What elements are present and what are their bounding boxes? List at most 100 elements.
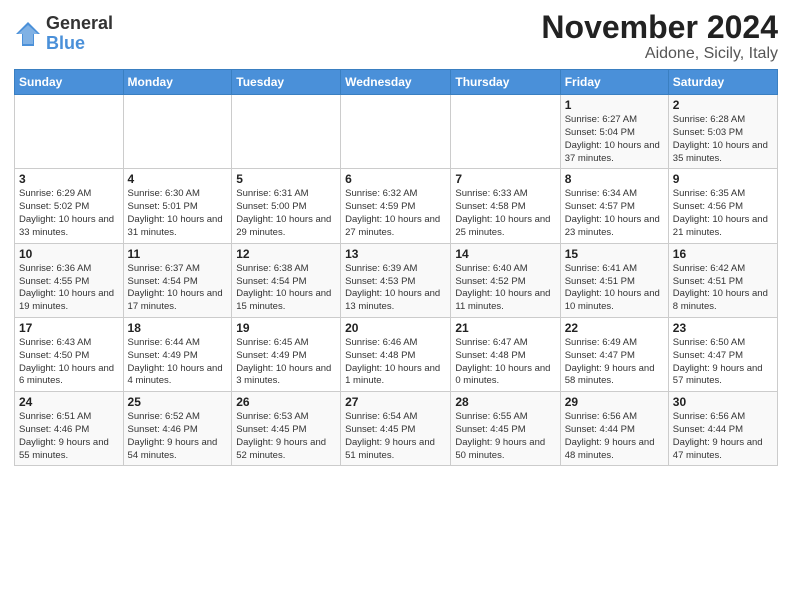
day-info: Sunrise: 6:32 AM Sunset: 4:59 PM Dayligh… (345, 188, 446, 239)
calendar-cell: 13 Sunrise: 6:39 AM Sunset: 4:53 PM Dayli… (341, 243, 451, 317)
day-number: 4 (128, 172, 228, 186)
day-info: Sunrise: 6:35 AM Sunset: 4:56 PM Dayligh… (673, 188, 773, 239)
calendar-week-2: 3 Sunrise: 6:29 AM Sunset: 5:02 PM Daylig… (15, 169, 778, 243)
day-number: 13 (345, 247, 446, 261)
day-number: 23 (673, 321, 773, 335)
day-info: Sunrise: 6:40 AM Sunset: 4:52 PM Dayligh… (455, 263, 555, 314)
day-info: Sunrise: 6:30 AM Sunset: 5:01 PM Dayligh… (128, 188, 228, 239)
day-number: 16 (673, 247, 773, 261)
calendar-cell: 21 Sunrise: 6:47 AM Sunset: 4:48 PM Dayli… (451, 317, 560, 391)
calendar-cell: 26 Sunrise: 6:53 AM Sunset: 4:45 PM Dayli… (232, 392, 341, 466)
calendar-cell: 3 Sunrise: 6:29 AM Sunset: 5:02 PM Daylig… (15, 169, 124, 243)
calendar-cell: 17 Sunrise: 6:43 AM Sunset: 4:50 PM Dayli… (15, 317, 124, 391)
day-info: Sunrise: 6:42 AM Sunset: 4:51 PM Dayligh… (673, 263, 773, 314)
calendar-cell (451, 95, 560, 169)
day-info: Sunrise: 6:33 AM Sunset: 4:58 PM Dayligh… (455, 188, 555, 239)
page: General Blue November 2024 Aidone, Sicil… (0, 0, 792, 476)
day-info: Sunrise: 6:29 AM Sunset: 5:02 PM Dayligh… (19, 188, 119, 239)
calendar-cell (232, 95, 341, 169)
calendar-cell: 2 Sunrise: 6:28 AM Sunset: 5:03 PM Daylig… (668, 95, 777, 169)
day-number: 2 (673, 98, 773, 112)
calendar-cell (123, 95, 232, 169)
day-number: 28 (455, 395, 555, 409)
day-info: Sunrise: 6:34 AM Sunset: 4:57 PM Dayligh… (565, 188, 664, 239)
calendar-cell: 12 Sunrise: 6:38 AM Sunset: 4:54 PM Dayli… (232, 243, 341, 317)
calendar-cell: 25Sunrise: 6:52 AM Sunset: 4:46 PM Dayli… (123, 392, 232, 466)
calendar-cell: 22Sunrise: 6:49 AM Sunset: 4:47 PM Dayli… (560, 317, 668, 391)
calendar-cell: 9Sunrise: 6:35 AM Sunset: 4:56 PM Daylig… (668, 169, 777, 243)
day-number: 17 (19, 321, 119, 335)
calendar-cell: 5 Sunrise: 6:31 AM Sunset: 5:00 PM Daylig… (232, 169, 341, 243)
calendar-table: SundayMondayTuesdayWednesdayThursdayFrid… (14, 69, 778, 466)
day-info: Sunrise: 6:56 AM Sunset: 4:44 PM Dayligh… (673, 411, 773, 462)
day-info: Sunrise: 6:46 AM Sunset: 4:48 PM Dayligh… (345, 337, 446, 388)
day-number: 3 (19, 172, 119, 186)
logo-blue-text: Blue (46, 34, 113, 54)
calendar-week-3: 10Sunrise: 6:36 AM Sunset: 4:55 PM Dayli… (15, 243, 778, 317)
day-info: Sunrise: 6:53 AM Sunset: 4:45 PM Dayligh… (236, 411, 336, 462)
calendar-cell: 16 Sunrise: 6:42 AM Sunset: 4:51 PM Dayli… (668, 243, 777, 317)
title-block: November 2024 Aidone, Sicily, Italy (541, 10, 778, 63)
header: General Blue November 2024 Aidone, Sicil… (14, 10, 778, 63)
day-info: Sunrise: 6:47 AM Sunset: 4:48 PM Dayligh… (455, 337, 555, 388)
calendar-week-5: 24Sunrise: 6:51 AM Sunset: 4:46 PM Dayli… (15, 392, 778, 466)
day-number: 24 (19, 395, 119, 409)
day-info: Sunrise: 6:52 AM Sunset: 4:46 PM Dayligh… (128, 411, 228, 462)
calendar-cell: 20 Sunrise: 6:46 AM Sunset: 4:48 PM Dayli… (341, 317, 451, 391)
calendar-cell: 30 Sunrise: 6:56 AM Sunset: 4:44 PM Dayli… (668, 392, 777, 466)
day-info: Sunrise: 6:41 AM Sunset: 4:51 PM Dayligh… (565, 263, 664, 314)
calendar-cell (15, 95, 124, 169)
day-info: Sunrise: 6:45 AM Sunset: 4:49 PM Dayligh… (236, 337, 336, 388)
calendar-cell: 19 Sunrise: 6:45 AM Sunset: 4:49 PM Dayli… (232, 317, 341, 391)
calendar-cell: 8Sunrise: 6:34 AM Sunset: 4:57 PM Daylig… (560, 169, 668, 243)
days-header-row: SundayMondayTuesdayWednesdayThursdayFrid… (15, 70, 778, 95)
calendar-cell: 23 Sunrise: 6:50 AM Sunset: 4:47 PM Dayli… (668, 317, 777, 391)
day-header-tuesday: Tuesday (232, 70, 341, 95)
day-header-monday: Monday (123, 70, 232, 95)
calendar-body: 1 Sunrise: 6:27 AM Sunset: 5:04 PM Daylig… (15, 95, 778, 466)
day-number: 22 (565, 321, 664, 335)
logo-general-text: General (46, 14, 113, 34)
day-info: Sunrise: 6:43 AM Sunset: 4:50 PM Dayligh… (19, 337, 119, 388)
day-info: Sunrise: 6:27 AM Sunset: 5:04 PM Dayligh… (565, 114, 664, 165)
day-number: 19 (236, 321, 336, 335)
calendar-cell: 10Sunrise: 6:36 AM Sunset: 4:55 PM Dayli… (15, 243, 124, 317)
day-number: 15 (565, 247, 664, 261)
calendar-cell: 18Sunrise: 6:44 AM Sunset: 4:49 PM Dayli… (123, 317, 232, 391)
day-number: 12 (236, 247, 336, 261)
day-header-sunday: Sunday (15, 70, 124, 95)
calendar-cell: 15 Sunrise: 6:41 AM Sunset: 4:51 PM Dayli… (560, 243, 668, 317)
day-header-saturday: Saturday (668, 70, 777, 95)
day-number: 1 (565, 98, 664, 112)
calendar-week-1: 1 Sunrise: 6:27 AM Sunset: 5:04 PM Daylig… (15, 95, 778, 169)
day-info: Sunrise: 6:28 AM Sunset: 5:03 PM Dayligh… (673, 114, 773, 165)
day-info: Sunrise: 6:39 AM Sunset: 4:53 PM Dayligh… (345, 263, 446, 314)
day-info: Sunrise: 6:36 AM Sunset: 4:55 PM Dayligh… (19, 263, 119, 314)
logo-text: General Blue (46, 14, 113, 54)
day-info: Sunrise: 6:50 AM Sunset: 4:47 PM Dayligh… (673, 337, 773, 388)
day-info: Sunrise: 6:31 AM Sunset: 5:00 PM Dayligh… (236, 188, 336, 239)
day-number: 6 (345, 172, 446, 186)
day-number: 26 (236, 395, 336, 409)
day-info: Sunrise: 6:56 AM Sunset: 4:44 PM Dayligh… (565, 411, 664, 462)
day-number: 5 (236, 172, 336, 186)
calendar-cell: 11Sunrise: 6:37 AM Sunset: 4:54 PM Dayli… (123, 243, 232, 317)
day-info: Sunrise: 6:38 AM Sunset: 4:54 PM Dayligh… (236, 263, 336, 314)
day-number: 20 (345, 321, 446, 335)
calendar-cell: 27Sunrise: 6:54 AM Sunset: 4:45 PM Dayli… (341, 392, 451, 466)
day-number: 30 (673, 395, 773, 409)
day-header-wednesday: Wednesday (341, 70, 451, 95)
calendar-cell: 14Sunrise: 6:40 AM Sunset: 4:52 PM Dayli… (451, 243, 560, 317)
calendar-cell: 1 Sunrise: 6:27 AM Sunset: 5:04 PM Daylig… (560, 95, 668, 169)
calendar-cell: 6 Sunrise: 6:32 AM Sunset: 4:59 PM Daylig… (341, 169, 451, 243)
day-number: 29 (565, 395, 664, 409)
day-number: 27 (345, 395, 446, 409)
calendar-cell (341, 95, 451, 169)
logo-icon (14, 20, 42, 48)
calendar-cell: 24Sunrise: 6:51 AM Sunset: 4:46 PM Dayli… (15, 392, 124, 466)
day-info: Sunrise: 6:37 AM Sunset: 4:54 PM Dayligh… (128, 263, 228, 314)
calendar-header: SundayMondayTuesdayWednesdayThursdayFrid… (15, 70, 778, 95)
calendar-week-4: 17 Sunrise: 6:43 AM Sunset: 4:50 PM Dayli… (15, 317, 778, 391)
calendar-cell: 7Sunrise: 6:33 AM Sunset: 4:58 PM Daylig… (451, 169, 560, 243)
day-number: 21 (455, 321, 555, 335)
